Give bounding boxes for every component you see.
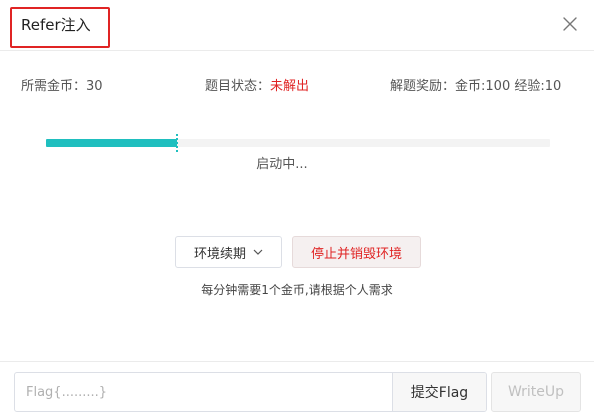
flag-input-group: 提交Flag bbox=[14, 372, 487, 412]
cost-label: 所需金币： bbox=[21, 79, 87, 94]
submit-flag-button[interactable]: 提交Flag bbox=[392, 373, 486, 411]
status-value: 未解出 bbox=[270, 79, 310, 94]
close-icon bbox=[563, 17, 577, 31]
reward-info: 解题奖励：金币:100 经验:10 bbox=[390, 78, 561, 96]
status-info: 题目状态：未解出 bbox=[205, 78, 309, 96]
progress-marker bbox=[176, 134, 178, 152]
close-button[interactable] bbox=[559, 13, 581, 35]
reward-value: 金币:100 经验:10 bbox=[455, 79, 562, 94]
writeup-button[interactable]: WriteUp bbox=[491, 372, 581, 412]
stop-destroy-environment-button[interactable]: 停止并销毁环境 bbox=[292, 236, 421, 268]
progress-status-text: 启动中... bbox=[256, 157, 308, 172]
renew-environment-dropdown[interactable]: 环境续期 bbox=[175, 236, 282, 268]
dialog-header: Refer注入 bbox=[0, 0, 594, 51]
cost-hint: 每分钟需要1个金币,请根据个人需求 bbox=[201, 283, 393, 297]
progress-bar bbox=[46, 139, 550, 147]
cost-info: 所需金币：30 bbox=[21, 78, 103, 96]
dialog-title: Refer注入 bbox=[21, 16, 91, 34]
chevron-down-icon bbox=[253, 249, 263, 255]
flag-input[interactable] bbox=[15, 373, 392, 411]
reward-label: 解题奖励： bbox=[390, 79, 456, 94]
status-label: 题目状态： bbox=[205, 79, 271, 94]
renew-label: 环境续期 bbox=[193, 246, 246, 262]
cost-value: 30 bbox=[86, 79, 103, 94]
progress-fill bbox=[46, 139, 178, 147]
challenge-dialog: Refer注入 所需金币：30 题目状态：未解出 解题奖励：金币:100 经验:… bbox=[0, 0, 594, 417]
